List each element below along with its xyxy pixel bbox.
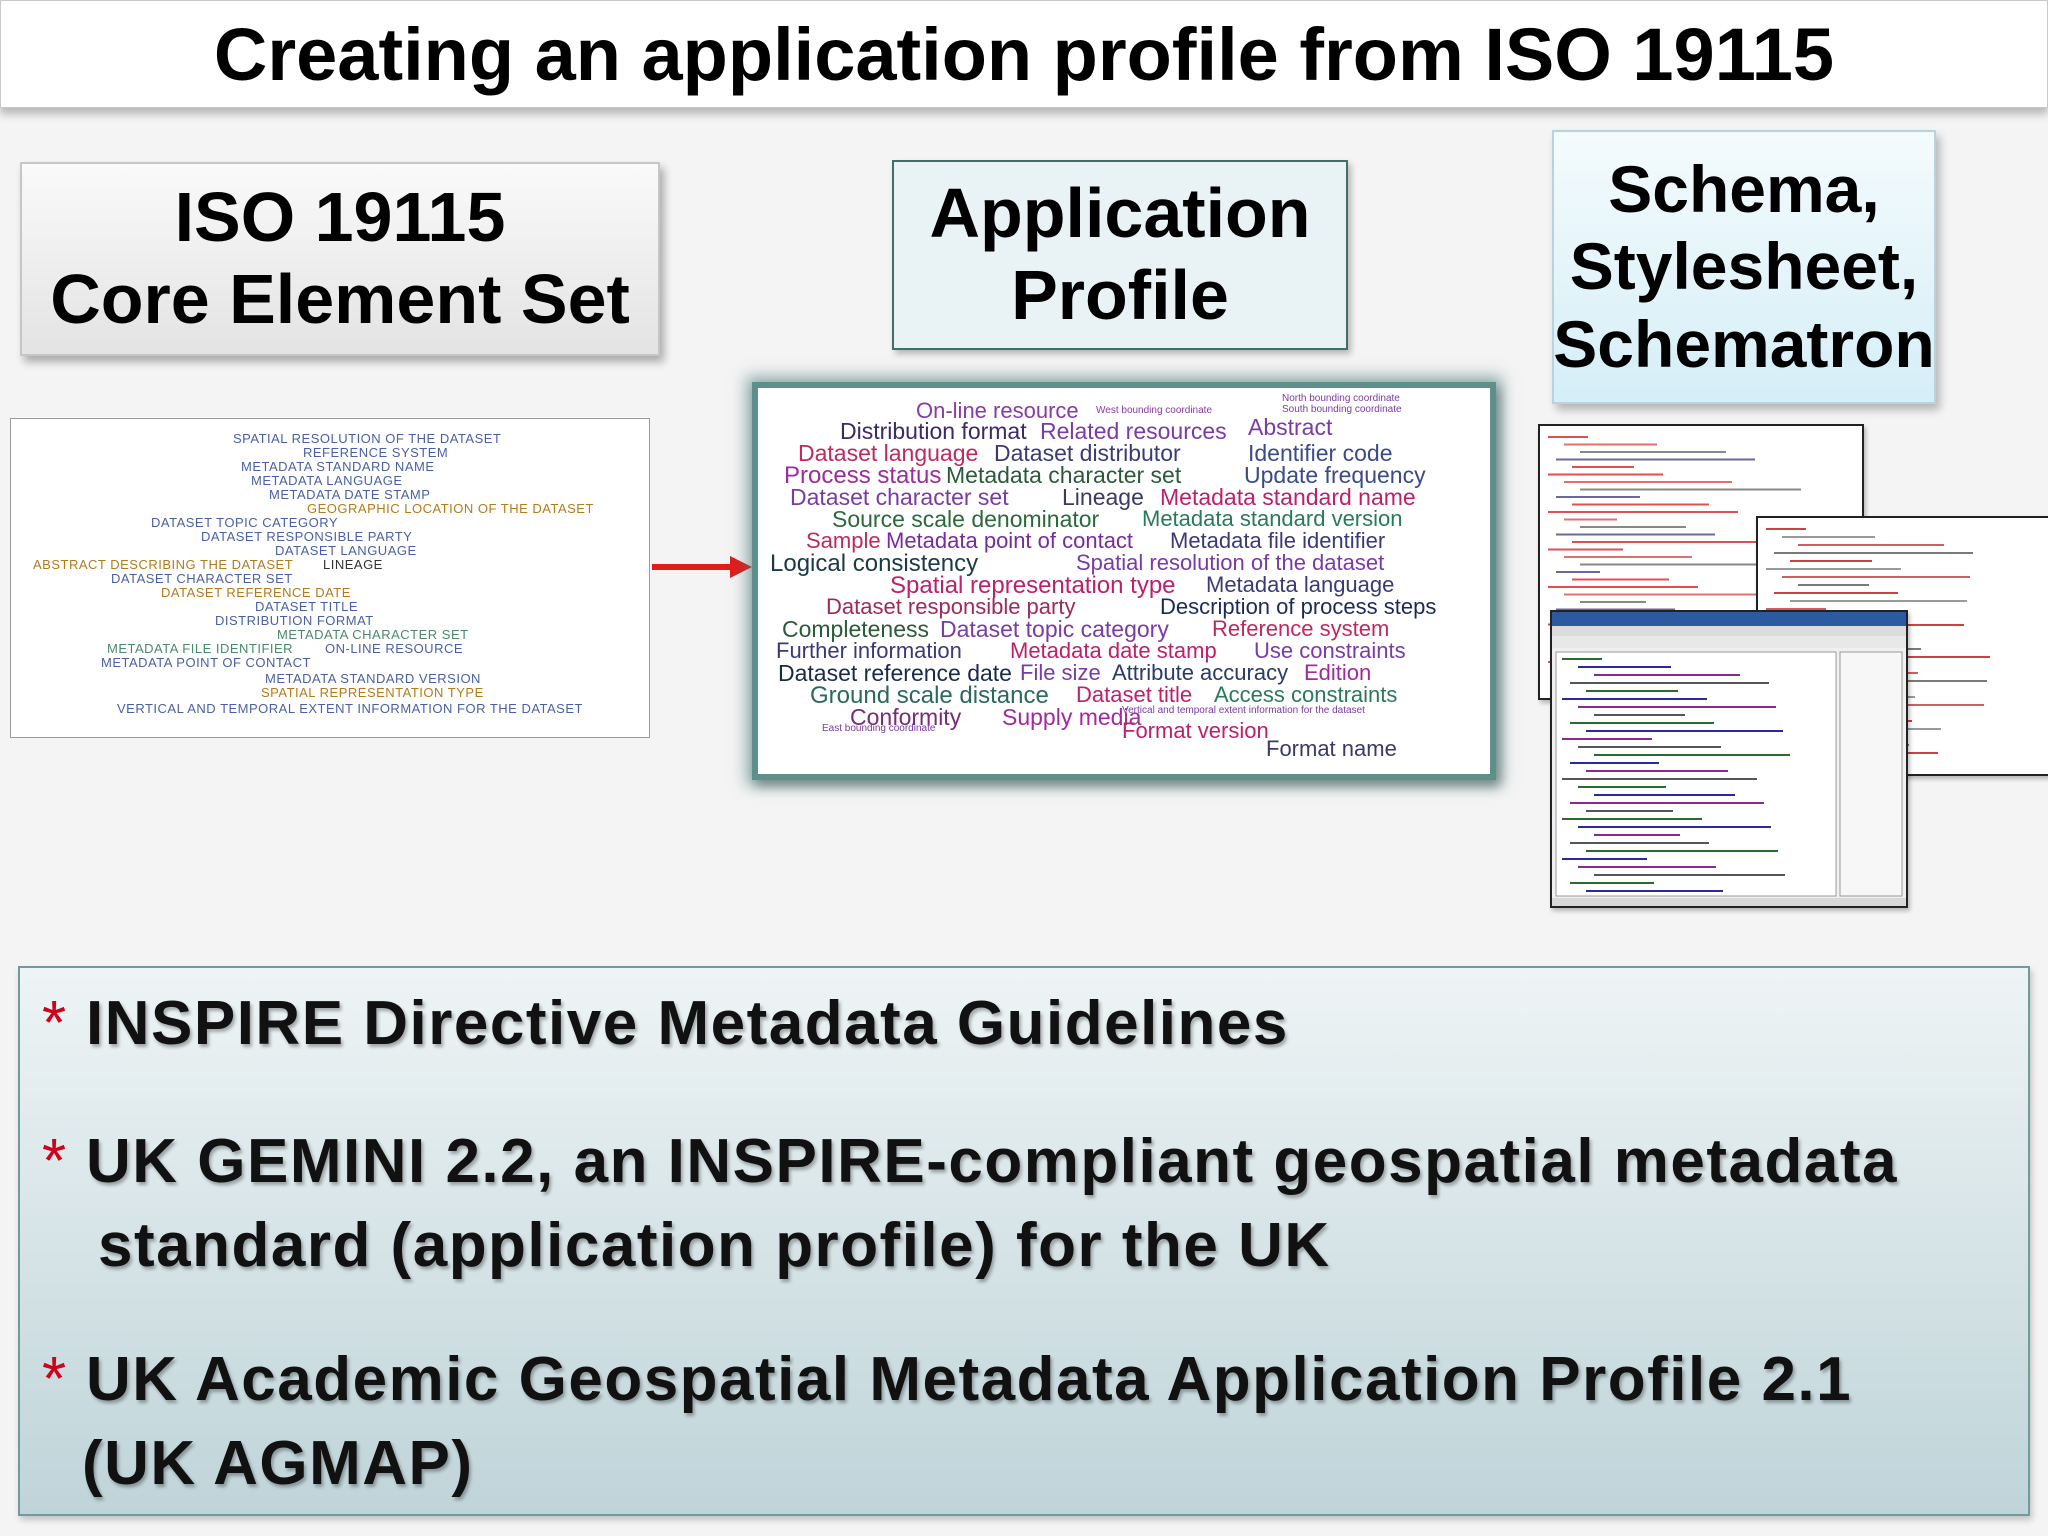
bullet-text-continued: standard (application profile) for the U… (98, 1211, 1331, 1280)
bullet-text: UK Academic Geospatial Metadata Applicat… (86, 1345, 1853, 1414)
application-profile-term: Sample (806, 528, 881, 553)
iso-element-term: METADATA FILE IDENTIFIER (107, 641, 294, 656)
iso-element-term: METADATA CHARACTER SET (277, 627, 469, 642)
iso-element-term: ON-LINE RESOURCE (325, 641, 464, 656)
schema-box-line-3: Schematron (1553, 306, 1935, 381)
application-profile-term: North bounding coordinate (1282, 393, 1400, 404)
application-profile-term: Dataset responsible party (826, 594, 1076, 619)
app-box-line-1: Application (929, 174, 1311, 253)
page-title: Creating an application profile from ISO… (213, 12, 1835, 96)
bullet-inspire: * INSPIRE Directive Metadata Guidelines (42, 982, 1289, 1066)
application-profile-term: Further information (776, 638, 962, 663)
iso-element-term: SPATIAL REPRESENTATION TYPE (261, 685, 484, 700)
iso-box-line-2: Core Element Set (50, 260, 630, 338)
iso-element-term: DISTRIBUTION FORMAT (215, 613, 374, 628)
bullet-marker: * (42, 1127, 68, 1196)
schema-box-line-2: Stylesheet, (1569, 229, 1919, 304)
application-profile-term: Metadata point of contact (886, 528, 1134, 553)
application-profile-term: Spatial resolution of the dataset (1076, 550, 1385, 575)
iso-element-term: DATASET REFERENCE DATE (161, 585, 351, 600)
iso-element-term: REFERENCE SYSTEM (303, 445, 449, 460)
application-profile-term: Metadata standard version (1142, 506, 1403, 531)
application-profile-term: Dataset title (1076, 682, 1193, 707)
iso-element-term: GEOGRAPHIC LOCATION OF THE DATASET (307, 501, 594, 516)
schema-stylesheet-schematron-box: Schema, Stylesheet, Schematron (1552, 130, 1936, 404)
iso-core-element-set-box: ISO 19115 Core Element Set (20, 162, 660, 356)
iso-element-term: DATASET CHARACTER SET (111, 571, 293, 586)
iso-element-term: DATASET LANGUAGE (275, 543, 417, 558)
iso-element-term: VERTICAL AND TEMPORAL EXTENT INFORMATION… (117, 701, 583, 716)
bullet-text: UK GEMINI 2.2, an INSPIRE-compliant geos… (86, 1127, 1898, 1196)
application-profile-term: Use constraints (1254, 638, 1406, 663)
app-box-line-2: Profile (1011, 256, 1229, 334)
application-profile-term: File size (1020, 660, 1101, 685)
application-profile-term: Supply media (1002, 704, 1142, 730)
application-profile-term: Abstract (1248, 414, 1333, 440)
iso-element-term: METADATA LANGUAGE (251, 473, 403, 488)
application-profile-term: West bounding coordinate (1096, 405, 1213, 416)
iso-element-term: LINEAGE (323, 557, 383, 572)
application-profile-term: Reference system (1212, 616, 1390, 641)
iso-element-term: DATASET TITLE (255, 599, 359, 614)
application-profile-term: Access constraints (1214, 682, 1398, 707)
application-profile-term: Format name (1266, 736, 1397, 761)
bullet-text: INSPIRE Directive Metadata Guidelines (86, 989, 1289, 1058)
application-profile-term: Metadata file identifier (1170, 528, 1386, 553)
iso-element-term: METADATA POINT OF CONTACT (101, 655, 311, 670)
iso-element-list: SPATIAL RESOLUTION OF THE DATASET REFEREN… (10, 418, 650, 738)
application-profile-term: Edition (1304, 660, 1372, 685)
application-profile-term: Description of process steps (1160, 594, 1437, 619)
application-profile-term: Metadata language (1206, 572, 1395, 597)
title-bar: Creating an application profile from ISO… (0, 0, 2048, 108)
standards-bullet-panel: * INSPIRE Directive Metadata Guidelines *… (18, 966, 2030, 1516)
iso-box-line-1: ISO 19115 (174, 178, 506, 257)
application-profile-term: Vertical and temporal extent information… (1122, 705, 1365, 716)
arrow-icon (652, 556, 752, 578)
iso-element-term: DATASET TOPIC CATEGORY (151, 515, 339, 530)
application-profile-term: Metadata date stamp (1010, 638, 1217, 663)
bullet-uk-agmap: * UK Academic Geospatial Metadata Applica… (42, 1338, 1852, 1506)
application-profile-term: Attribute accuracy (1112, 660, 1289, 685)
iso-element-term: METADATA DATE STAMP (269, 487, 431, 502)
bullet-text-continued: (UK AGMAP) (82, 1429, 474, 1498)
iso-element-term: SPATIAL RESOLUTION OF THE DATASET (233, 431, 502, 446)
bullet-marker: * (42, 1345, 68, 1414)
schema-box-line-1: Schema, (1608, 152, 1880, 227)
iso-element-term: METADATA STANDARD NAME (241, 459, 435, 474)
bullet-marker: * (42, 989, 68, 1058)
schematron-editor-screenshot (1550, 610, 1908, 908)
iso-element-term: METADATA STANDARD VERSION (265, 671, 481, 686)
application-profile-word-cloud: On-line resource West bounding coordinate… (752, 382, 1496, 780)
application-profile-term: East bounding coordinate (822, 723, 936, 734)
iso-element-term: ABSTRACT DESCRIBING THE DATASET (33, 557, 294, 572)
application-profile-box: Application Profile (892, 160, 1348, 350)
iso-element-term: DATASET RESPONSIBLE PARTY (201, 529, 413, 544)
application-profile-term: Format version (1122, 718, 1269, 743)
bullet-uk-gemini: * UK GEMINI 2.2, an INSPIRE-compliant geo… (42, 1120, 1898, 1288)
